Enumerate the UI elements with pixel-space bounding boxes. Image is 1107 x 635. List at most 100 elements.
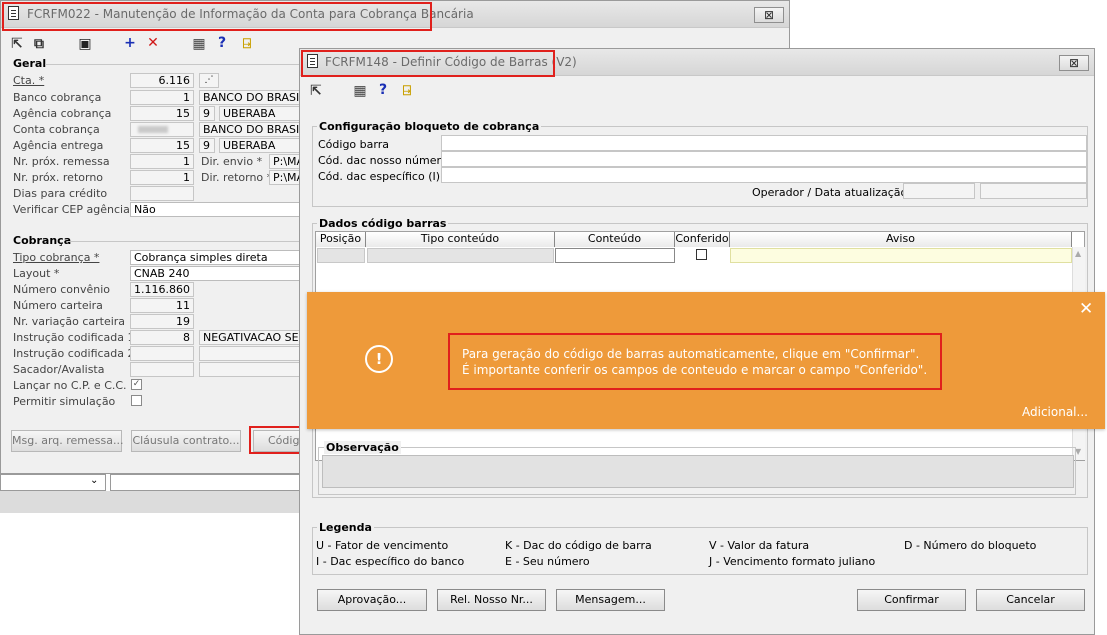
front-window-close-button[interactable]: ⊠ (1059, 55, 1089, 71)
agencia-dv: 9 (199, 106, 215, 121)
chevron-down-icon[interactable]: ⌄ (90, 475, 98, 486)
verificar-cep-select[interactable]: Não (130, 202, 301, 217)
sacador-label: Sacador/Avalista (13, 363, 105, 376)
numero-carteira-field[interactable]: 11 (130, 298, 194, 313)
cell-conferido-checkbox[interactable] (696, 249, 707, 260)
nr-remessa-label: Nr. próx. remessa (13, 155, 110, 168)
layout-select[interactable]: CNAB 240 (130, 266, 301, 281)
calculator-icon[interactable]: ▦ (191, 36, 207, 52)
legenda-item: E - Seu número (505, 555, 590, 568)
observacao-field[interactable] (322, 455, 1074, 488)
cta-field[interactable]: 6.116 (130, 73, 194, 88)
cta-label: Cta. * (13, 74, 45, 87)
toast-message-line1: Para geração do código de barras automat… (462, 347, 920, 361)
toast-message-line2: É importante conferir os campos de conte… (462, 363, 928, 377)
cod-dac-especifico-label: Cód. dac específico (I) (318, 170, 441, 183)
col-conteudo[interactable]: Conteúdo (555, 232, 675, 247)
banco-field[interactable]: 1 (130, 90, 194, 105)
data-atualizacao-field (980, 183, 1087, 199)
cell-tipo-conteudo[interactable] (367, 248, 554, 263)
codigo-barra-field[interactable] (441, 135, 1087, 151)
exit-icon[interactable]: ⇱ (9, 36, 25, 52)
sacador-field[interactable] (130, 362, 194, 377)
front-title-highlight (301, 50, 555, 77)
group-geral-title: Geral (13, 57, 47, 70)
toast-adicional-link[interactable]: Adicional... (1022, 405, 1088, 419)
numero-convenio-field[interactable]: 1.116.860 (130, 282, 194, 297)
add-icon[interactable]: + (122, 35, 138, 51)
door-exit-icon[interactable]: ⍈ (399, 83, 415, 99)
bottom-gray-area (0, 491, 300, 513)
save-icon[interactable]: ▣ (77, 36, 93, 52)
dir-envio-label: Dir. envio * (201, 155, 263, 168)
banco-label: Banco cobrança (13, 91, 102, 104)
mensagem-button[interactable]: Mensagem... (556, 589, 665, 611)
cancelar-button[interactable]: Cancelar (976, 589, 1085, 611)
toast-message-highlight (448, 333, 942, 390)
nr-retorno-label: Nr. próx. retorno (13, 171, 104, 184)
conta-field-blurred[interactable] (130, 122, 194, 137)
banco-desc: BANCO DO BRASIL (199, 90, 301, 105)
delete-icon[interactable]: ✕ (145, 35, 161, 51)
agencia-desc: UBERABA (219, 106, 301, 121)
cod-dac-especifico-field[interactable] (441, 167, 1087, 183)
copy-icon[interactable]: ⧉ (31, 36, 47, 52)
cod-dac-nosso-numero-field[interactable] (441, 151, 1087, 167)
msg-arq-remessa-button[interactable]: Msg. arq. remessa... (11, 430, 123, 452)
back-title-highlight (2, 2, 432, 31)
variacao-carteira-field[interactable]: 19 (130, 314, 194, 329)
col-aviso[interactable]: Aviso (730, 232, 1072, 247)
operador-field (903, 183, 975, 199)
agencia-entrega-field[interactable]: 15 (130, 138, 194, 153)
conta-label: Conta cobrança (13, 123, 100, 136)
legenda-item: I - Dac específico do banco (316, 555, 465, 568)
col-conferido[interactable]: Conferido (675, 232, 730, 247)
observacao-title: Observação (324, 441, 401, 454)
config-group-title: Configuração bloqueto de cobrança (317, 120, 542, 133)
col-tipo-conteudo[interactable]: Tipo conteúdo (366, 232, 555, 247)
cell-conteudo[interactable] (555, 248, 675, 263)
exit-icon[interactable]: ⇱ (308, 83, 324, 99)
cell-aviso (730, 248, 1072, 263)
agencia-label: Agência cobrança (13, 107, 112, 120)
rel-nosso-nr-button[interactable]: Rel. Nosso Nr... (437, 589, 546, 611)
instrucao1-desc: NEGATIVACAO SEM (199, 330, 301, 345)
blurred-value (138, 126, 168, 133)
lancar-cp-checkbox[interactable]: ✓ (131, 379, 142, 390)
clausula-contrato-button[interactable]: Cláusula contrato... (131, 430, 241, 452)
scroll-up-icon[interactable]: ▲ (1075, 249, 1081, 258)
confirmar-button[interactable]: Confirmar (857, 589, 966, 611)
legenda-item: U - Fator de vencimento (316, 539, 449, 552)
conta-desc: BANCO DO BRASIL (199, 122, 301, 137)
info-exclamation-glyph: ! (375, 350, 383, 368)
nr-remessa-field[interactable]: 1 (130, 154, 194, 169)
sacador-desc (199, 362, 301, 377)
dir-envio-field[interactable]: P:\MA (269, 154, 301, 169)
layout-label: Layout * (13, 267, 60, 280)
col-posicao[interactable]: Posição (316, 232, 366, 247)
verificar-cep-label: Verificar CEP agência (13, 203, 130, 216)
aprovacao-button[interactable]: Aprovação... (317, 589, 427, 611)
back-window-close-button[interactable]: ⊠ (754, 7, 784, 23)
table-row[interactable] (316, 247, 1072, 264)
dir-retorno-field[interactable]: P:\MA (269, 170, 301, 185)
nr-retorno-field[interactable]: 1 (130, 170, 194, 185)
help-icon[interactable]: ? (214, 35, 230, 51)
dados-group-title: Dados código barras (317, 217, 449, 230)
cell-posicao[interactable] (317, 248, 365, 263)
door-exit-icon[interactable]: ⍈ (239, 36, 255, 52)
calculator-icon[interactable]: ▦ (352, 83, 368, 99)
permitir-simulacao-label: Permitir simulação (13, 395, 116, 408)
tipo-cobranca-select[interactable]: Cobrança simples direta (130, 250, 301, 265)
bottom-status-field (110, 474, 300, 491)
dias-credito-field[interactable] (130, 186, 194, 201)
agencia-field[interactable]: 15 (130, 106, 194, 121)
instrucao2-field[interactable] (130, 346, 194, 361)
help-icon[interactable]: ? (375, 82, 391, 98)
instrucao1-label: Instrução codificada 1 (13, 331, 135, 344)
toast-close-icon[interactable]: ✕ (1079, 299, 1093, 319)
codigo-barra-label: Código barra (318, 138, 389, 151)
instrucao1-field[interactable]: 8 (130, 330, 194, 345)
permitir-simulacao-checkbox[interactable] (131, 395, 142, 406)
cta-lookup-button[interactable]: ⋰ (199, 73, 219, 88)
